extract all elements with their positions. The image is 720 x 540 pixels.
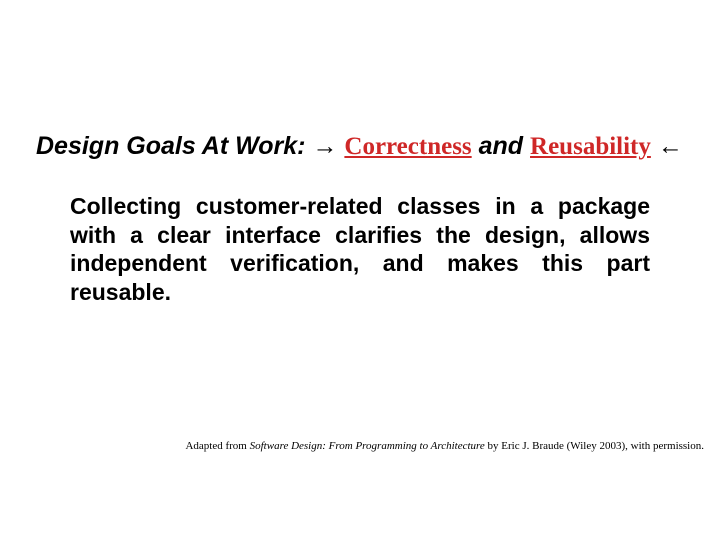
goal-reusability: Reusability	[530, 133, 651, 160]
attribution-after: by Eric J. Braude (Wiley 2003), with per…	[485, 440, 704, 452]
attribution-before: Adapted from	[185, 440, 249, 452]
title-prefix: Design Goals At Work:	[36, 132, 305, 160]
arrow-right-icon: →	[312, 132, 337, 160]
title-connector: and	[479, 132, 523, 160]
slide-title: Design Goals At Work: → Correctness and …	[36, 130, 684, 164]
slide: Design Goals At Work: → Correctness and …	[0, 0, 720, 540]
arrow-left-icon: ←	[658, 132, 683, 160]
slide-body: Collecting customer-related classes in a…	[36, 192, 684, 307]
attribution: Adapted from Software Design: From Progr…	[185, 440, 704, 452]
attribution-book-title: Software Design: From Programming to Arc…	[250, 440, 485, 452]
goal-correctness: Correctness	[344, 133, 471, 160]
